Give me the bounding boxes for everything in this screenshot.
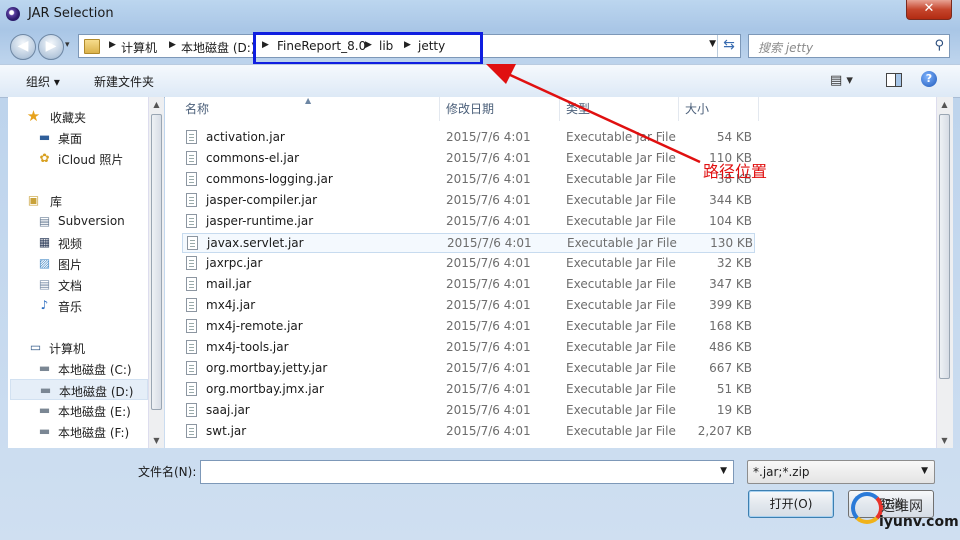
chevron-down-icon[interactable]: ▼ <box>720 466 727 476</box>
filename-label: 文件名(N): <box>138 465 197 479</box>
watermark-url: iyunv.com <box>879 514 959 530</box>
annotation-label: 路径位置 <box>703 162 768 181</box>
jar-selection-dialog: JAR Selection ✕ ◀ ▶ ▾ ▶ 计算机 ▶ 本地磁盘 (D:) … <box>0 0 960 540</box>
filename-input[interactable]: ▼ <box>200 460 734 484</box>
open-button[interactable]: 打开(O) <box>748 490 834 518</box>
chevron-down-icon: ▼ <box>921 466 928 476</box>
annotation-arrow <box>486 64 701 164</box>
watermark-text: 运维网 <box>881 499 923 515</box>
file-type-filter[interactable]: *.jar;*.zip ▼ <box>747 460 935 484</box>
filter-value: *.jar;*.zip <box>753 465 810 479</box>
watermark-logo: 运维网 iyunv.com <box>851 492 959 536</box>
